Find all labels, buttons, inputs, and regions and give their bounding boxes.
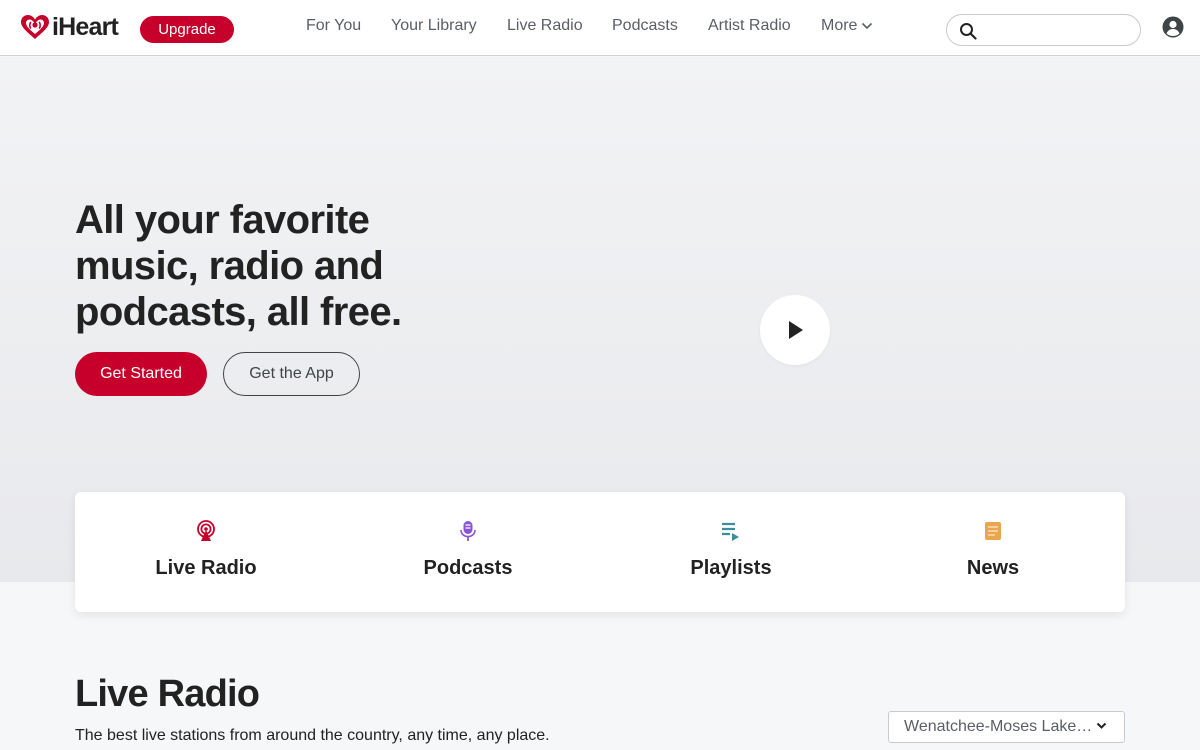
category-playlists[interactable]: Playlists bbox=[600, 492, 862, 612]
chevron-down-icon bbox=[1096, 722, 1107, 729]
get-the-app-button[interactable]: Get the App bbox=[223, 352, 360, 396]
search-input[interactable] bbox=[983, 19, 1135, 43]
category-label: Playlists bbox=[690, 557, 772, 579]
search-icon bbox=[960, 23, 977, 40]
search-box[interactable] bbox=[946, 14, 1141, 46]
market-select-dropdown[interactable]: Wenatchee-Moses Lake… bbox=[888, 711, 1125, 743]
category-podcasts[interactable]: Podcasts bbox=[337, 492, 599, 612]
iheart-logo[interactable]: iHeart bbox=[20, 13, 119, 41]
newspaper-icon bbox=[985, 522, 1001, 540]
category-news[interactable]: News bbox=[862, 492, 1124, 612]
upgrade-button[interactable]: Upgrade bbox=[140, 16, 234, 43]
category-live-radio[interactable]: Live Radio bbox=[75, 492, 337, 612]
hero-play-button[interactable] bbox=[760, 295, 830, 365]
iheart-logo-icon bbox=[21, 15, 49, 39]
user-account-icon[interactable] bbox=[1162, 16, 1184, 43]
category-label: News bbox=[966, 557, 1020, 579]
brand-name: iHeart bbox=[52, 13, 119, 41]
play-icon bbox=[789, 321, 803, 339]
nav-your-library[interactable]: Your Library bbox=[391, 17, 477, 35]
microphone-icon bbox=[460, 521, 476, 541]
playlist-icon bbox=[722, 522, 739, 541]
nav-more-dropdown[interactable]: More bbox=[821, 17, 873, 35]
hero-title: All your favorite music, radio and podca… bbox=[75, 198, 402, 334]
chevron-down-icon bbox=[862, 22, 873, 30]
get-started-button[interactable]: Get Started bbox=[75, 352, 207, 396]
nav-live-radio[interactable]: Live Radio bbox=[507, 17, 583, 35]
nav-podcasts[interactable]: Podcasts bbox=[612, 17, 678, 35]
category-label: Live Radio bbox=[155, 557, 257, 579]
category-card: Live Radio Podcasts Playlists News bbox=[75, 492, 1125, 612]
nav-for-you[interactable]: For You bbox=[306, 17, 361, 35]
top-navigation-bar: iHeart Upgrade For You Your Library Live… bbox=[0, 0, 1200, 56]
nav-more-label: More bbox=[821, 17, 858, 34]
radio-broadcast-icon bbox=[197, 520, 215, 541]
nav-artist-radio[interactable]: Artist Radio bbox=[708, 17, 791, 35]
live-radio-section-subtitle: The best live stations from around the c… bbox=[75, 727, 550, 744]
market-select-value: Wenatchee-Moses Lake… bbox=[904, 718, 1093, 735]
category-label: Podcasts bbox=[423, 557, 513, 579]
live-radio-section-title: Live Radio bbox=[75, 673, 260, 715]
